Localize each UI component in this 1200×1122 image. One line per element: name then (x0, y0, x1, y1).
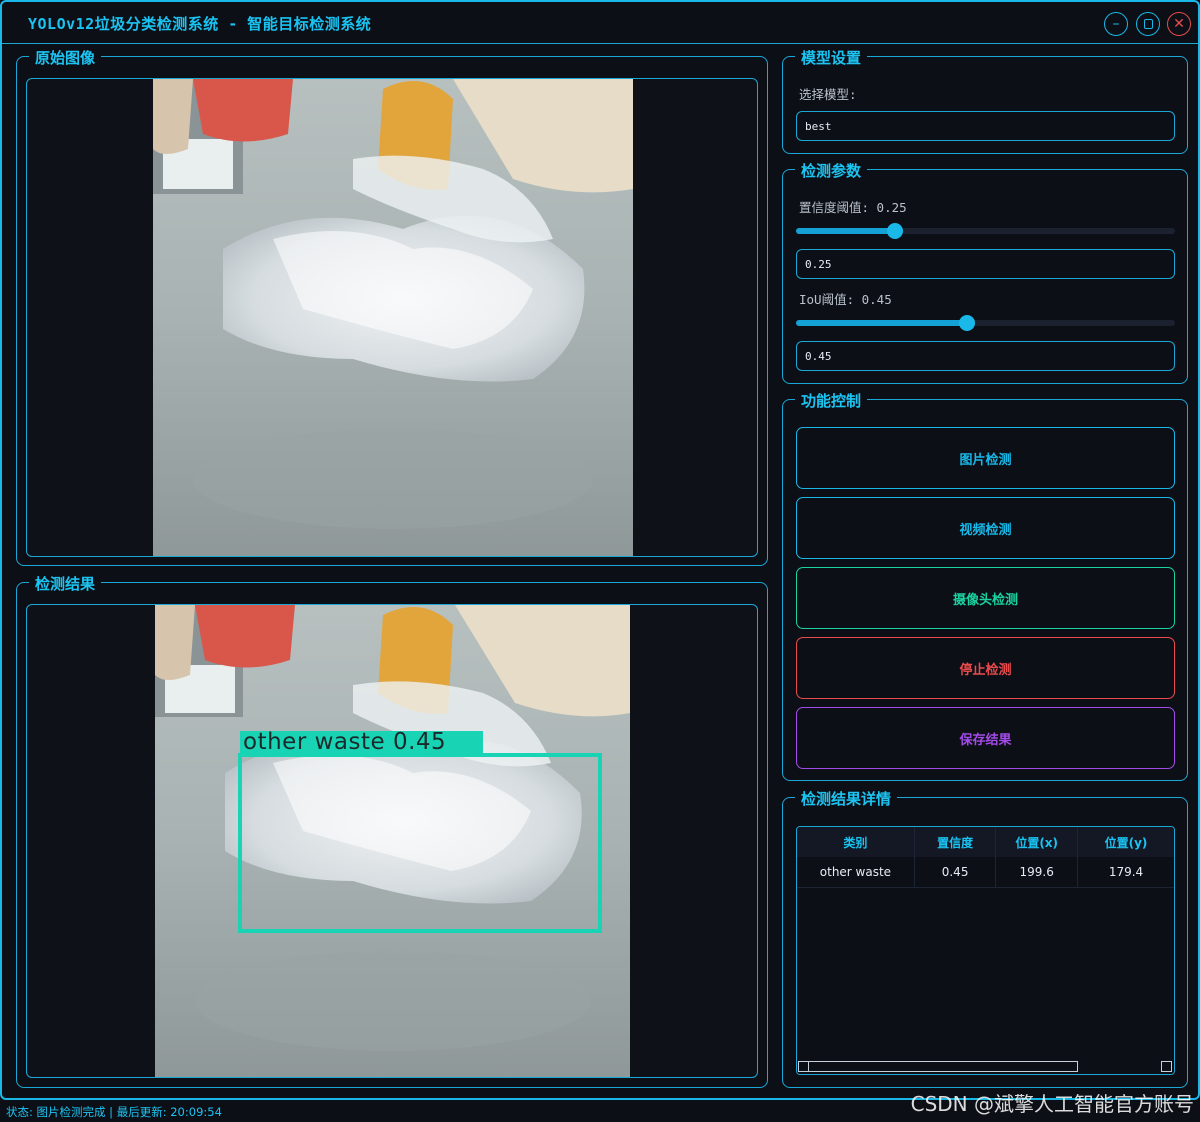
model-select-label: 选择模型: (799, 87, 857, 102)
iou-slider-fill (796, 320, 967, 326)
stop-detect-button[interactable]: 停止检测 (796, 637, 1175, 699)
close-icon[interactable]: ✕ (1167, 12, 1191, 36)
horizontal-scrollbar[interactable] (797, 1060, 1174, 1074)
minimize-icon[interactable]: – (1104, 12, 1128, 36)
status-bar: 状态: 图片检测完成 | 最后更新: 20:09:54 (6, 1105, 222, 1119)
original-image-frame (26, 78, 758, 557)
column-header-y[interactable]: 位置(y) (1077, 827, 1174, 857)
camera-detect-button[interactable]: 摄像头检测 (796, 567, 1175, 629)
result-photo: other waste 0.45 (155, 605, 630, 1077)
original-image-title: 原始图像 (29, 47, 102, 68)
column-header-x[interactable]: 位置(x) (995, 827, 1078, 857)
results-table: 类别 置信度 位置(x) 位置(y) other waste 0.45 199.… (797, 827, 1174, 888)
model-select[interactable]: best (796, 111, 1175, 141)
video-detect-button[interactable]: 视频检测 (796, 497, 1175, 559)
result-image-title: 检测结果 (29, 573, 102, 594)
app-window: YOLOv12垃圾分类检测系统 - 智能目标检测系统 – ✕ 原始图像 检测结果… (0, 0, 1200, 1100)
iou-slider[interactable] (796, 315, 1175, 331)
scroll-right-icon[interactable] (1161, 1061, 1172, 1072)
scroll-left-icon[interactable] (798, 1061, 809, 1072)
confidence-slider-handle[interactable] (887, 223, 903, 239)
confidence-label: 置信度阈值: 0.25 (799, 200, 907, 215)
column-header-confidence[interactable]: 置信度 (914, 827, 997, 857)
watermark: CSDN @斌擎人工智能官方账号 (910, 1092, 1194, 1116)
window-title: YOLOv12垃圾分类检测系统 - 智能目标检测系统 (28, 15, 372, 33)
iou-label: IoU阈值: 0.45 (799, 292, 892, 307)
table-row[interactable]: other waste 0.45 199.6 179.4 (797, 857, 1174, 888)
cell-x: 199.6 (995, 857, 1078, 888)
confidence-slider[interactable] (796, 223, 1175, 239)
cell-confidence: 0.45 (914, 857, 997, 888)
result-image-frame: other waste 0.45 (26, 604, 758, 1078)
column-header-class[interactable]: 类别 (797, 827, 915, 857)
maximize-icon[interactable] (1136, 12, 1160, 36)
results-detail-title: 检测结果详情 (795, 788, 898, 809)
save-results-button[interactable]: 保存结果 (796, 707, 1175, 769)
results-table-container: 类别 置信度 位置(x) 位置(y) other waste 0.45 199.… (796, 826, 1175, 1075)
confidence-input[interactable]: 0.25 (796, 249, 1175, 279)
model-settings-title: 模型设置 (795, 47, 868, 68)
detection-params-title: 检测参数 (795, 160, 868, 181)
scrollbar-thumb[interactable] (798, 1061, 1078, 1072)
cell-y: 179.4 (1077, 857, 1174, 888)
confidence-slider-fill (796, 228, 896, 234)
original-photo-image (153, 79, 633, 556)
result-photo-image (155, 605, 630, 1077)
image-detect-button[interactable]: 图片检测 (796, 427, 1175, 489)
original-photo (153, 79, 633, 556)
detection-label: other waste 0.45 (243, 729, 447, 755)
function-control-title: 功能控制 (795, 390, 868, 411)
iou-slider-handle[interactable] (959, 315, 975, 331)
iou-input[interactable]: 0.45 (796, 341, 1175, 371)
title-bar: YOLOv12垃圾分类检测系统 - 智能目标检测系统 – ✕ (2, 2, 1198, 44)
cell-class: other waste (797, 857, 915, 888)
